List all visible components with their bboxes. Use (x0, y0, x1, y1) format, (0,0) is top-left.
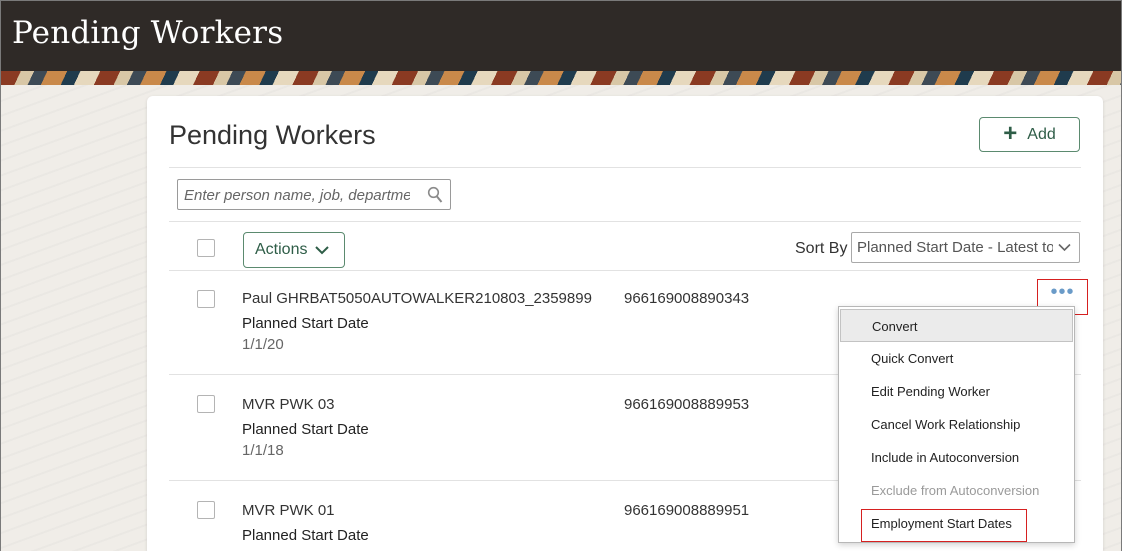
sort-by-value: Planned Start Date - Latest to (857, 239, 1053, 256)
planned-start-date-label: Planned Start Date (242, 315, 369, 332)
search-input[interactable] (184, 186, 410, 204)
worker-number: 966169008889953 (624, 396, 750, 413)
planned-start-date-value: 1/1/20 (242, 336, 284, 353)
page-header-title: Pending Workers (12, 15, 284, 51)
planned-start-date-label: Planned Start Date (242, 421, 369, 438)
row-checkbox[interactable] (197, 395, 215, 413)
sort-by-label: Sort By (795, 240, 848, 257)
card-title: Pending Workers (169, 120, 376, 150)
row-checkbox[interactable] (197, 501, 215, 519)
more-icon: ••• (1050, 281, 1075, 303)
sort-by-select[interactable]: Planned Start Date - Latest to (851, 232, 1080, 263)
menu-item-include-in-autoconversion[interactable]: Include in Autoconversion (839, 441, 1074, 474)
chevron-down-icon (315, 246, 330, 255)
worker-name-link[interactable]: MVR PWK 03 (242, 396, 335, 413)
menu-item-cancel-work-relationship[interactable]: Cancel Work Relationship (839, 408, 1074, 441)
menu-item-convert[interactable]: Convert (840, 309, 1073, 342)
worker-number: 966169008890343 (624, 290, 750, 307)
planned-start-date-label: Planned Start Date (242, 527, 369, 544)
menu-item-exclude-from-autoconversion: Exclude from Autoconversion (871, 483, 1040, 498)
plus-icon: + (1003, 119, 1018, 147)
actions-button-label: Actions (255, 241, 308, 258)
divider (169, 221, 1081, 222)
actions-button[interactable]: Actions (243, 232, 345, 268)
app-header: Pending Workers (1, 1, 1121, 71)
row-actions-menu: Convert Quick Convert Edit Pending Worke… (838, 306, 1075, 543)
search-box[interactable] (177, 179, 451, 210)
search-icon[interactable] (427, 186, 443, 204)
row-checkbox[interactable] (197, 290, 215, 308)
divider (169, 167, 1081, 168)
add-button[interactable]: + Add (979, 117, 1080, 152)
worker-number: 966169008889951 (624, 502, 750, 519)
select-all-checkbox[interactable] (197, 239, 215, 257)
decorative-banner (1, 71, 1121, 85)
menu-item-employment-start-dates[interactable]: Employment Start Dates (839, 507, 1074, 542)
add-button-label: Add (1027, 125, 1056, 143)
divider (169, 270, 1081, 271)
menu-item-edit-pending-worker[interactable]: Edit Pending Worker (839, 375, 1074, 408)
menu-item-quick-convert[interactable]: Quick Convert (839, 342, 1074, 375)
chevron-down-icon (1058, 243, 1071, 252)
worker-name-link[interactable]: Paul GHRBAT5050AUTOWALKER210803_2359899 (242, 290, 592, 307)
planned-start-date-value: 1/1/18 (242, 442, 284, 459)
worker-name-link[interactable]: MVR PWK 01 (242, 502, 335, 519)
